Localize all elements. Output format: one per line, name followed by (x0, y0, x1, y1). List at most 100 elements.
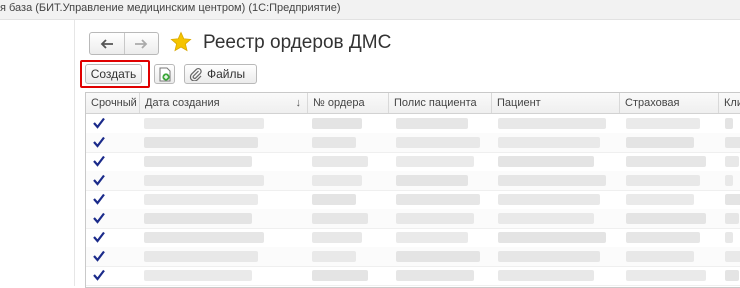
insurer-cell (626, 251, 694, 262)
column-header-insurer[interactable]: Страховая (620, 93, 719, 113)
column-header-patient[interactable]: Пациент (492, 93, 620, 113)
back-button[interactable] (90, 33, 124, 54)
patient-cell (498, 137, 600, 148)
order-number-cell (312, 213, 368, 224)
table-row[interactable] (86, 228, 740, 248)
insurer-cell (626, 156, 706, 167)
patient-cell (498, 251, 600, 262)
column-header-urgent[interactable]: Срочный (86, 93, 140, 113)
client-cell (725, 251, 740, 262)
patient-policy-cell (396, 251, 480, 262)
order-number-cell (312, 118, 362, 129)
order-number-cell (312, 175, 362, 186)
created-date-cell (144, 251, 258, 262)
created-date-cell (144, 194, 258, 205)
create-button[interactable]: Создать (85, 64, 142, 84)
form-area: Реестр ордеров ДМС Создать Файлы Срочный… (74, 20, 740, 288)
patient-cell (498, 194, 600, 205)
patient-policy-cell (396, 156, 474, 167)
table-row[interactable] (86, 152, 740, 172)
patient-cell (498, 213, 594, 224)
files-button-label: Файлы (207, 67, 246, 81)
client-cell (725, 213, 739, 224)
checkmark-icon (93, 155, 105, 167)
table-row[interactable] (86, 209, 740, 229)
patient-cell (498, 232, 606, 243)
insurer-cell (626, 213, 706, 224)
client-cell (725, 270, 739, 281)
client-cell (725, 175, 733, 186)
window-titlebar: я база (БИТ.Управление медицинским центр… (0, 0, 740, 20)
checkmark-icon (93, 250, 105, 262)
created-date-cell (144, 270, 252, 281)
table-row[interactable] (86, 114, 740, 134)
insurer-cell (626, 232, 700, 243)
created-date-cell (144, 175, 264, 186)
client-cell (725, 137, 740, 148)
order-number-cell (312, 137, 356, 148)
create-button-label: Создать (90, 67, 137, 81)
patient-policy-cell (396, 270, 474, 281)
arrow-left-icon (100, 38, 113, 49)
order-number-cell (312, 232, 362, 243)
arrow-right-icon (135, 38, 148, 49)
patient-policy-cell (396, 213, 474, 224)
table-row[interactable] (86, 266, 740, 286)
paperclip-icon (189, 67, 202, 81)
patient-cell (498, 118, 606, 129)
client-cell (725, 118, 733, 129)
client-cell (725, 156, 739, 167)
table-row[interactable] (86, 247, 740, 267)
insurer-cell (626, 175, 700, 186)
checkmark-icon (93, 269, 105, 281)
orders-table: Срочный Дата создания ↓ № ордера Полис па… (85, 92, 740, 288)
created-date-cell (144, 232, 264, 243)
files-button[interactable]: Файлы (184, 64, 257, 84)
insurer-cell (626, 194, 694, 205)
patient-policy-cell (396, 175, 468, 186)
forward-button[interactable] (123, 33, 159, 54)
checkmark-icon (93, 212, 105, 224)
insurer-cell (626, 118, 700, 129)
order-number-cell (312, 270, 368, 281)
table-row[interactable] (86, 171, 740, 191)
created-date-cell (144, 213, 252, 224)
add-document-icon (159, 67, 170, 81)
checkmark-icon (93, 174, 105, 186)
table-row[interactable] (86, 133, 740, 153)
patient-policy-cell (396, 194, 480, 205)
checkmark-icon (93, 193, 105, 205)
left-panel (0, 20, 73, 286)
insurer-cell (626, 137, 694, 148)
nav-buttons (89, 32, 159, 55)
column-header-patient-policy[interactable]: Полис пациента (389, 93, 492, 113)
column-header-order-number[interactable]: № ордера (308, 93, 389, 113)
patient-cell (498, 156, 594, 167)
order-number-cell (312, 194, 356, 205)
column-header-created-date[interactable]: Дата создания ↓ (140, 93, 308, 113)
created-date-cell (144, 137, 258, 148)
checkmark-icon (93, 117, 105, 129)
patient-policy-cell (396, 232, 468, 243)
sort-indicator: ↓ (295, 97, 302, 109)
patient-policy-cell (396, 118, 468, 129)
checkmark-icon (93, 231, 105, 243)
created-date-cell (144, 118, 264, 129)
insurer-cell (626, 270, 706, 281)
add-document-button[interactable] (154, 64, 175, 84)
table-header: Срочный Дата создания ↓ № ордера Полис па… (86, 93, 740, 114)
created-date-cell (144, 156, 252, 167)
order-number-cell (312, 251, 356, 262)
checkmark-icon (93, 136, 105, 148)
client-cell (725, 194, 740, 205)
window-title: я база (БИТ.Управление медицинским центр… (0, 2, 341, 14)
client-cell (725, 232, 733, 243)
patient-policy-cell (396, 137, 480, 148)
patient-cell (498, 270, 594, 281)
column-header-client[interactable]: Кли (719, 93, 740, 113)
star-icon[interactable] (170, 31, 192, 53)
patient-cell (498, 175, 606, 186)
page-title: Реестр ордеров ДМС (203, 32, 392, 53)
order-number-cell (312, 156, 368, 167)
table-row[interactable] (86, 190, 740, 210)
